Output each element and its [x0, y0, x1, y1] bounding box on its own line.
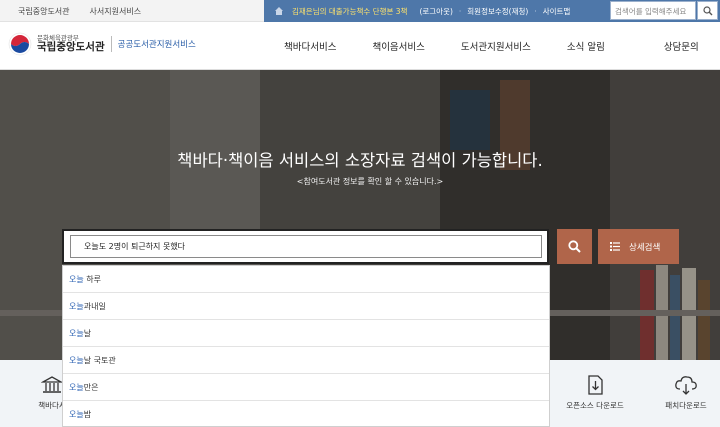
main-search-button[interactable] [557, 229, 592, 264]
sitemap-link[interactable]: 사이트맵 [543, 6, 571, 17]
autocomplete-dropdown: 오늘 하루 오늘 과내일 오늘 날 오늘 날 국토관 오늘 만은 오늘 밤 [62, 265, 550, 427]
main-nav: 책바다서비스 책이음서비스 도서관지원서비스 소식 알림 상담문의 [270, 22, 699, 70]
link-librarian-support[interactable]: 사서지원서비스 [90, 6, 142, 17]
nav-consult[interactable]: 상담문의 [664, 39, 699, 53]
suggestion-match: 오늘 [69, 355, 84, 365]
nav-chaekbada[interactable]: 책바다서비스 [284, 39, 336, 53]
search-icon [568, 240, 581, 253]
edit-profile-link[interactable]: 회원정보수정(재청) [467, 6, 528, 17]
suggestion-rest: 밤 [83, 409, 92, 419]
logout-link[interactable]: (로그아웃) [419, 6, 452, 17]
separator: · [458, 6, 462, 16]
suggestion-rest: 만은 [83, 382, 99, 392]
divider [110, 36, 112, 52]
advanced-search-label: 상세검색 [629, 242, 661, 253]
suggestion-item[interactable]: 오늘 날 국토관 [63, 347, 549, 374]
suggestion-item[interactable]: 오늘 하루 [63, 266, 549, 293]
suggestion-match: 오늘 [69, 301, 84, 311]
advanced-search-button[interactable]: 상세검색 [598, 229, 679, 264]
suggestion-match: 오늘 [69, 382, 84, 392]
cloud-download-icon [675, 376, 697, 395]
nav-chaegieum[interactable]: 책이음서비스 [372, 39, 424, 53]
quick-link-label: 패치다운로드 [665, 401, 707, 410]
hero-title: 책바다·책이음 서비스의 소장자료 검색이 가능합니다. [177, 151, 543, 170]
logo-text: 문화체육관광부 국립중앙도서관 [37, 35, 105, 53]
service-name: 공공도서관지원서비스 [117, 40, 196, 50]
separator: · [534, 6, 537, 16]
library-name: 국립중앙도서관 [37, 40, 105, 53]
main-search-input[interactable] [70, 235, 542, 258]
nav-library-support[interactable]: 도서관지원서비스 [461, 39, 531, 53]
suggestion-item[interactable]: 오늘 밤 [63, 401, 549, 427]
main-header: 문화체육관광부 국립중앙도서관 공공도서관지원서비스 책바다서비스 책이음서비스… [0, 22, 720, 70]
link-nl-korea[interactable]: 국립중앙도서관 [18, 6, 70, 17]
suggestion-item[interactable]: 오늘 날 [63, 320, 549, 347]
quick-link-opensource[interactable]: 오픈소스 다운로드 [555, 374, 635, 411]
home-icon[interactable] [274, 6, 284, 16]
nav-news[interactable]: 소식 알림 [567, 39, 605, 53]
suggestion-match: 오늘 [69, 409, 84, 419]
user-loan-status: 김재은님의 대출가능책수 단행본 3책 [292, 6, 408, 16]
search-icon [702, 5, 712, 15]
suggestion-rest: 날 [83, 328, 92, 338]
suggestion-rest: 하루 [83, 274, 101, 284]
site-search-input[interactable]: 검색어를 입력해주세요 [610, 1, 696, 20]
hero-subtitle[interactable]: <참여도서관 정보를 확인 할 수 있습니다.> [0, 176, 720, 187]
quick-link-label: 오픈소스 다운로드 [566, 401, 624, 410]
utility-links: 국립중앙도서관 사서지원서비스 [18, 0, 141, 22]
site-search-button[interactable] [697, 1, 718, 20]
suggestion-item[interactable]: 오늘 만은 [63, 374, 549, 401]
library-building-icon [41, 376, 63, 393]
download-doc-icon [588, 375, 603, 395]
suggestion-match: 오늘 [69, 328, 84, 338]
suggestion-rest: 과내일 [83, 301, 106, 311]
list-icon [610, 242, 620, 251]
main-search-box [62, 229, 549, 264]
suggestion-rest: 날 국토관 [83, 355, 116, 365]
site-logo[interactable]: 문화체육관광부 국립중앙도서관 공공도서관지원서비스 [8, 32, 196, 56]
suggestion-match: 오늘 [69, 274, 84, 284]
suggestion-item[interactable]: 오늘 과내일 [63, 293, 549, 320]
utility-bar: 국립중앙도서관 사서지원서비스 김재은님의 대출가능책수 단행본 3책 (로그아… [0, 0, 720, 22]
quick-link-patch[interactable]: 패치다운로드 [646, 374, 720, 411]
government-emblem-icon [8, 32, 32, 56]
